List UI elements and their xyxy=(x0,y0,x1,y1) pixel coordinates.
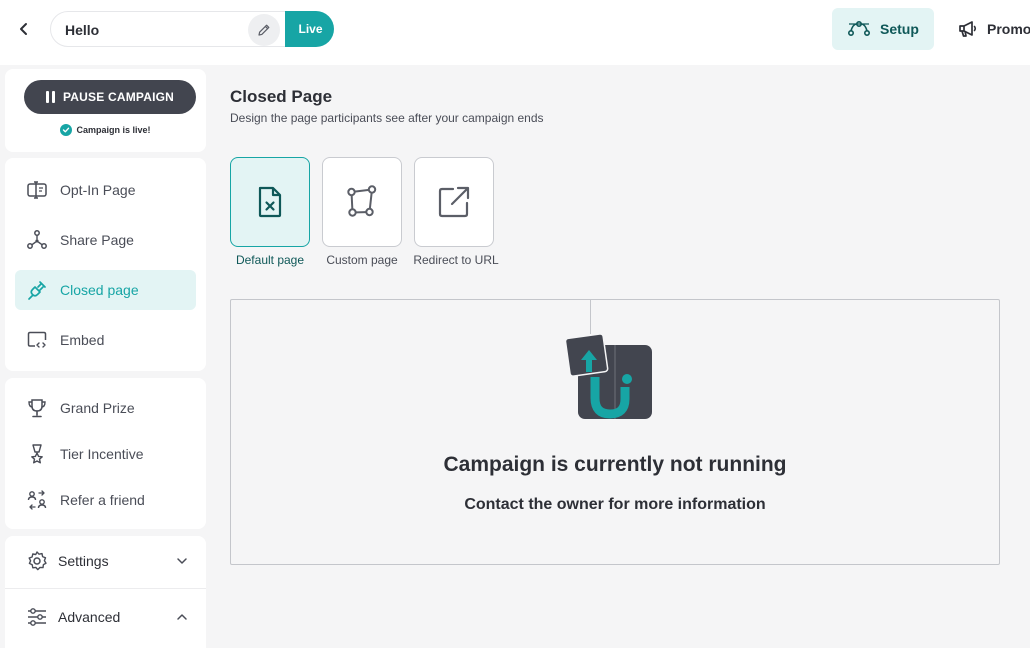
option-custom-page-label: Custom page xyxy=(326,253,398,267)
sidebar-item-label: Refer a friend xyxy=(60,492,145,508)
tab-promote[interactable]: Promo xyxy=(958,8,1030,50)
page-title: Closed Page xyxy=(230,87,333,106)
gear-icon xyxy=(28,551,47,571)
medal-icon xyxy=(31,444,43,464)
prizes-nav-card: Grand Prize Tier Incentive Refer a frien… xyxy=(5,378,206,529)
pause-campaign-button[interactable]: PAUSE CAMPAIGN xyxy=(24,80,196,114)
page-subtitle: Design the page participants see after y… xyxy=(230,111,544,125)
bezier-curve-icon xyxy=(848,21,870,37)
tab-promote-label: Promo xyxy=(987,21,1030,37)
divider xyxy=(5,588,206,589)
sidebar-item-refer-a-friend[interactable]: Refer a friend xyxy=(15,480,196,520)
chevron-up-icon xyxy=(177,614,187,620)
external-link-icon xyxy=(438,186,470,218)
top-bar: Hello Live Setup Promo xyxy=(0,0,1030,65)
hang-line xyxy=(590,300,591,334)
campaign-status-card: PAUSE CAMPAIGN Campaign is live! xyxy=(5,69,206,152)
sidebar-item-tier-incentive[interactable]: Tier Incentive xyxy=(15,434,196,474)
option-redirect-to-url-label: Redirect to URL xyxy=(413,253,499,267)
sidebar-item-label: Share Page xyxy=(60,232,134,248)
sidebar-item-grand-prize[interactable]: Grand Prize xyxy=(15,388,196,428)
pages-nav-card: Opt-In Page Share Page Closed page Embed xyxy=(5,158,206,371)
sidebar-item-label: Opt-In Page xyxy=(60,182,136,198)
sidebar-item-label: Tier Incentive xyxy=(60,446,144,462)
pause-icon xyxy=(45,91,55,103)
sidebar-item-closed-page[interactable]: Closed page xyxy=(15,270,196,310)
refer-icon xyxy=(27,490,47,510)
pencil-icon xyxy=(258,24,270,36)
advanced-label: Advanced xyxy=(58,609,121,625)
shape-icon xyxy=(347,185,377,217)
tab-setup[interactable]: Setup xyxy=(832,8,934,50)
sidebar-item-label: Grand Prize xyxy=(60,400,135,416)
preview-subtitle: Contact the owner for more information xyxy=(464,496,766,513)
edit-name-button[interactable] xyxy=(248,14,280,46)
trophy-icon xyxy=(28,399,46,418)
option-custom-page[interactable] xyxy=(322,157,402,247)
sidebar-item-share-page[interactable]: Share Page xyxy=(15,220,196,260)
option-redirect-to-url[interactable] xyxy=(414,157,494,247)
back-button[interactable] xyxy=(12,17,36,41)
embed-icon xyxy=(27,331,47,348)
campaign-name: Hello xyxy=(65,22,100,38)
sidebar-item-opt-in-page[interactable]: Opt-In Page xyxy=(15,170,196,210)
opt-in-icon xyxy=(27,181,47,199)
campaign-live-status: Campaign is live! xyxy=(5,124,206,136)
campaign-name-pill: Hello Live xyxy=(50,11,334,47)
option-default-page-label: Default page xyxy=(235,253,305,267)
tab-setup-label: Setup xyxy=(880,21,919,37)
chevron-left-icon xyxy=(20,23,27,35)
live-status-text: Campaign is live! xyxy=(76,125,151,135)
share-icon xyxy=(27,230,47,249)
closed-page-preview: Campaign is currently not running Contac… xyxy=(230,299,1000,565)
advanced-toggle[interactable]: Advanced xyxy=(15,595,196,639)
option-default-page[interactable] xyxy=(230,157,310,247)
chevron-down-icon xyxy=(177,558,187,564)
preview-title: Campaign is currently not running xyxy=(443,453,787,476)
check-circle-icon xyxy=(60,124,73,136)
sidebar-item-label: Closed page xyxy=(60,282,139,298)
settings-toggle[interactable]: Settings xyxy=(15,539,196,583)
sidebar-item-embed[interactable]: Embed xyxy=(15,320,196,360)
megaphone-icon xyxy=(959,21,977,37)
live-status-badge[interactable]: Live xyxy=(285,11,334,47)
sliders-icon xyxy=(28,608,46,626)
settings-label: Settings xyxy=(58,553,109,569)
file-x-icon xyxy=(258,186,282,218)
settings-card: Settings Advanced xyxy=(5,536,206,648)
pause-campaign-label: PAUSE CAMPAIGN xyxy=(62,90,175,104)
plug-icon xyxy=(28,281,46,300)
sidebar-item-label: Embed xyxy=(60,332,105,348)
logo-icon xyxy=(564,332,655,422)
